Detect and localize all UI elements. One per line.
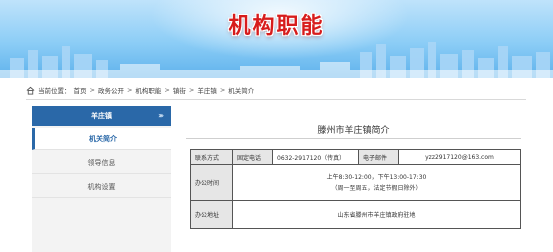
sidebar: 羊庄镇 ››› 机关简介 领导信息 机构设置 (32, 106, 171, 252)
main-content: 滕州市羊庄镇简介 联系方式 固定电话 0632-2917120（传真） 电子邮件… (186, 106, 521, 252)
sidebar-header: 羊庄镇 ››› (32, 106, 171, 126)
breadcrumb-separator: > (164, 86, 170, 94)
breadcrumb-functions[interactable]: 机构职能 (135, 85, 161, 95)
phone-label: 固定电话 (232, 149, 273, 165)
home-icon (26, 86, 35, 95)
email-label: 电子邮件 (358, 149, 399, 165)
contact-label: 联系方式 (190, 149, 233, 165)
table-row: 办公地址 山东省滕州市羊庄镇政府驻地 (190, 200, 521, 229)
double-chevron-right-icon: ››› (158, 111, 164, 120)
breadcrumb-separator: > (126, 86, 133, 94)
hours-line-2: （周一至周五，法定节假日除外） (331, 184, 422, 192)
header-banner: 机构职能 (0, 0, 553, 78)
banner-title: 机构职能 (228, 14, 325, 39)
breadcrumb-home[interactable]: 首页 (74, 85, 87, 95)
hours-value: 上午8:30-12:00，下午13:00-17:30 （周一至周五，法定节假日除… (232, 164, 521, 201)
table-row: 联系方式 固定电话 0632-2917120（传真） 电子邮件 yzz29171… (190, 149, 521, 165)
title-divider (186, 138, 521, 139)
email-value[interactable]: yzz2917120@163.com (398, 149, 521, 165)
breadcrumb-separator: > (188, 86, 195, 94)
sidebar-item-leaders[interactable]: 领导信息 (32, 152, 171, 174)
breadcrumb-separator: > (89, 86, 95, 94)
address-value: 山东省滕州市羊庄镇政府驻地 (232, 200, 521, 229)
sidebar-header-label: 羊庄镇 (91, 112, 112, 120)
skyline-graphic (0, 42, 553, 78)
breadcrumb-current: 机关简介 (228, 87, 255, 95)
breadcrumb: 当前位置： 首页 > 政务公开 > 机构职能 > 镇街 > 羊庄镇 > 机关简介 (26, 83, 254, 97)
breadcrumb-divider (26, 99, 526, 100)
sidebar-item-structure[interactable]: 机构设置 (32, 176, 171, 198)
address-label: 办公地址 (190, 200, 233, 229)
breadcrumb-town[interactable]: 羊庄镇 (197, 85, 217, 95)
table-row: 办公时间 上午8:30-12:00，下午13:00-17:30 （周一至周五，法… (190, 164, 521, 201)
hours-label: 办公时间 (190, 164, 233, 201)
breadcrumb-label: 当前位置： (38, 87, 71, 95)
sidebar-item-intro[interactable]: 机关简介 (32, 128, 171, 150)
page-title: 滕州市羊庄镇简介 (317, 126, 390, 136)
hours-line-1: 上午8:30-12:00，下午13:00-17:30 (326, 173, 427, 181)
breadcrumb-gov-open[interactable]: 政务公开 (98, 85, 124, 95)
sidebar-item-label: 领导信息 (87, 158, 116, 167)
breadcrumb-separator: > (219, 86, 226, 94)
breadcrumb-towns[interactable]: 镇街 (173, 85, 186, 95)
phone-value: 0632-2917120（传真） (272, 149, 359, 165)
info-table: 联系方式 固定电话 0632-2917120（传真） 电子邮件 yzz29171… (190, 149, 521, 229)
sidebar-item-label: 机关简介 (89, 134, 117, 143)
sidebar-item-label: 机构设置 (87, 182, 116, 191)
